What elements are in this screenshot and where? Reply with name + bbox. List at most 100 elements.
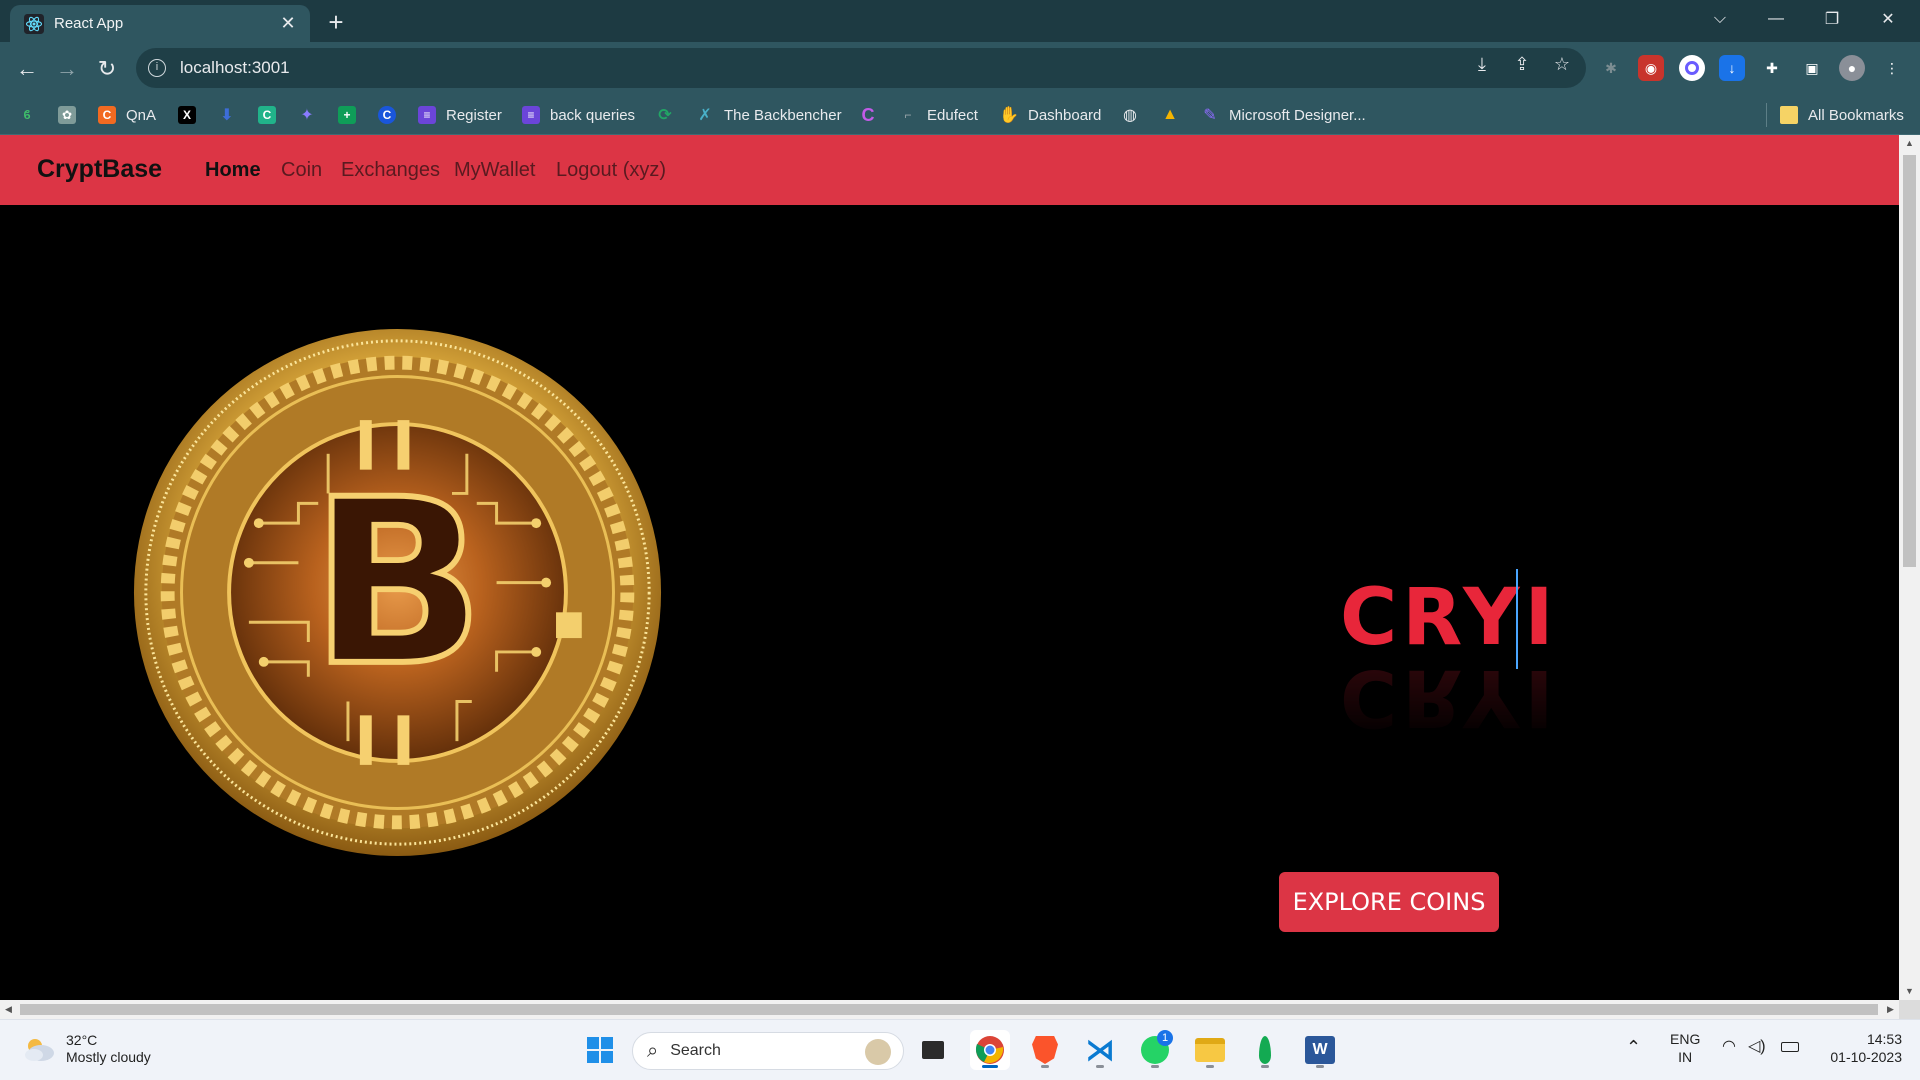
install-app-icon[interactable]: ⤓ [1470,52,1494,76]
wifi-icon[interactable]: ◠ [1722,1038,1736,1056]
menu-icon[interactable]: ⋮ [1879,55,1905,81]
taskbar-chrome[interactable] [970,1030,1010,1070]
bookmark-leaf[interactable]: ϐ [18,103,46,127]
scroll-left-arrow[interactable]: ◀ [0,1000,17,1019]
language-code: ENG [1670,1031,1701,1047]
bookmark-sparkle[interactable]: ✦ [298,103,326,127]
bookmark-refresh[interactable]: ⟳ [656,103,684,127]
drive-icon: ▲ [1162,106,1178,123]
volume-icon[interactable]: ◁) [1748,1038,1766,1056]
puzzle-extension-icon[interactable]: ✱ [1598,55,1624,81]
brand-logo[interactable]: CryptBase [37,155,162,184]
form-icon: ≡ [418,106,436,124]
vertical-scrollbar[interactable]: ▲ ▼ [1899,135,1920,1000]
bookmark-label: The Backbencher [724,106,842,124]
running-indicator [1041,1065,1049,1068]
all-bookmarks-folder[interactable]: All Bookmarks [1780,103,1904,127]
bookmark-globe[interactable]: ◍ [1121,103,1149,127]
share-icon[interactable]: ⇪ [1510,52,1534,76]
taskbar-brave[interactable] [1025,1030,1065,1070]
scroll-down-arrow[interactable]: ▼ [1899,983,1920,1000]
bookmark-back-queries[interactable]: ≡ back queries [522,103,635,127]
horizontal-scrollbar[interactable]: ◀ ▶ [0,1000,1899,1019]
figure-icon: ✗ [698,107,712,124]
battery-icon[interactable] [1781,1038,1799,1056]
bookmark-x[interactable]: X [178,103,206,127]
circle-extension-icon[interactable] [1679,55,1705,81]
bookmark-c-green[interactable]: C [258,103,286,127]
bookmark-dashboard[interactable]: ✋ Dashboard [999,103,1102,127]
bookmark-qna[interactable]: C QnA [98,103,156,127]
taskbar-search[interactable]: ⌕ Search [632,1032,904,1070]
bitcoin-coin-image: B [133,328,662,857]
weather-widget[interactable]: 32°C Mostly cloudy [22,1032,151,1066]
brave-icon [1032,1036,1058,1064]
bookmarks-bar: ϐ ✿ C QnA X ⬇ C ✦ + C ≡ Register ≡ back que… [0,95,1920,135]
start-button[interactable] [580,1030,620,1070]
bookmark-register[interactable]: ≡ Register [418,103,502,127]
nav-logout[interactable]: Logout (xyz) [556,159,666,182]
word-icon: W [1305,1036,1335,1064]
browser-tab-strip: React App ✕ + ⌵ — ❐ ✕ [0,0,1920,42]
horizontal-scroll-thumb[interactable] [20,1004,1878,1015]
bookmark-label: Dashboard [1028,106,1102,124]
download-extension-icon[interactable]: ↓ [1719,55,1745,81]
scroll-right-arrow[interactable]: ▶ [1882,1000,1899,1019]
extensions-icon[interactable]: ✚ [1759,55,1785,81]
red-extension-icon[interactable]: ◉ [1638,55,1664,81]
nav-home[interactable]: Home [205,159,261,182]
bookmark-designer[interactable]: ✎ Microsoft Designer... [1201,103,1366,127]
folder-icon [1195,1038,1225,1062]
hero-typed-reflection: CRYI [1340,652,1559,742]
notification-badge: 1 [1157,1030,1173,1046]
address-bar[interactable]: i localhost:3001 [136,48,1586,88]
tab-search-icon[interactable]: ⌵ [1692,0,1748,38]
clock[interactable]: 14:53 01-10-2023 [1822,1030,1902,1066]
bookmark-edufect[interactable]: ⌐ Edufect [899,103,978,127]
language-indicator[interactable]: ENG IN [1670,1030,1700,1066]
task-view-button[interactable] [913,1030,953,1070]
vertical-scroll-thumb[interactable] [1903,155,1916,567]
taskbar-file-explorer[interactable] [1190,1030,1230,1070]
taskbar-vscode[interactable]: ⋊ [1080,1030,1120,1070]
bookmark-chatgpt[interactable]: ✿ [58,103,86,127]
back-button[interactable]: ← [12,54,42,84]
bookmark-download[interactable]: ⬇ [218,103,246,127]
bookmark-sheet[interactable]: + [338,103,366,127]
cloudy-weather-icon [25,1039,54,1061]
close-window-button[interactable]: ✕ [1860,0,1916,38]
bookmark-drive[interactable]: ▲ [1161,103,1189,127]
side-panel-icon[interactable]: ▣ [1799,55,1825,81]
bookmark-star-icon[interactable]: ☆ [1550,52,1574,76]
explore-coins-button[interactable]: EXPLORE COINS [1279,872,1499,932]
taskbar-word[interactable]: W [1300,1030,1340,1070]
react-icon [24,13,44,34]
show-hidden-icons-chevron[interactable]: ⌃ [1626,1038,1641,1056]
bookmark-c-blue[interactable]: C [378,103,406,127]
taskbar-mongodb[interactable] [1245,1030,1285,1070]
taskbar-whatsapp[interactable]: 1 [1135,1030,1175,1070]
bookmark-backbencher[interactable]: ✗ The Backbencher [696,103,842,127]
bookmark-label: Microsoft Designer... [1229,106,1366,124]
close-tab-icon[interactable]: ✕ [278,13,298,34]
nav-exchanges[interactable]: Exchanges [341,159,440,182]
weather-description: Mostly cloudy [66,1049,151,1065]
minimize-button[interactable]: — [1748,0,1804,38]
weather-temperature: 32°C [66,1032,98,1048]
new-tab-button[interactable]: + [322,9,350,37]
nav-mywallet[interactable]: MyWallet [454,159,535,182]
bookmark-c-gradient[interactable]: C [859,103,887,127]
forward-button[interactable]: → [52,54,82,84]
browser-tab[interactable]: React App ✕ [10,5,310,42]
browser-toolbar: ← → ↻ i localhost:3001 ⤓ ⇪ ☆ ✱ ◉ ↓ ✚ ▣ ●… [0,42,1920,95]
reload-button[interactable]: ↻ [92,54,122,84]
profile-avatar[interactable]: ● [1839,55,1865,81]
restore-button[interactable]: ❐ [1804,0,1860,38]
region-code: IN [1678,1049,1693,1065]
scroll-up-arrow[interactable]: ▲ [1899,135,1920,152]
nav-coin[interactable]: Coin [281,159,322,182]
site-info-icon[interactable]: i [148,59,166,77]
all-bookmarks-label: All Bookmarks [1808,106,1904,124]
search-highlight-icon [865,1039,891,1065]
bookmark-label: Edufect [927,106,978,124]
